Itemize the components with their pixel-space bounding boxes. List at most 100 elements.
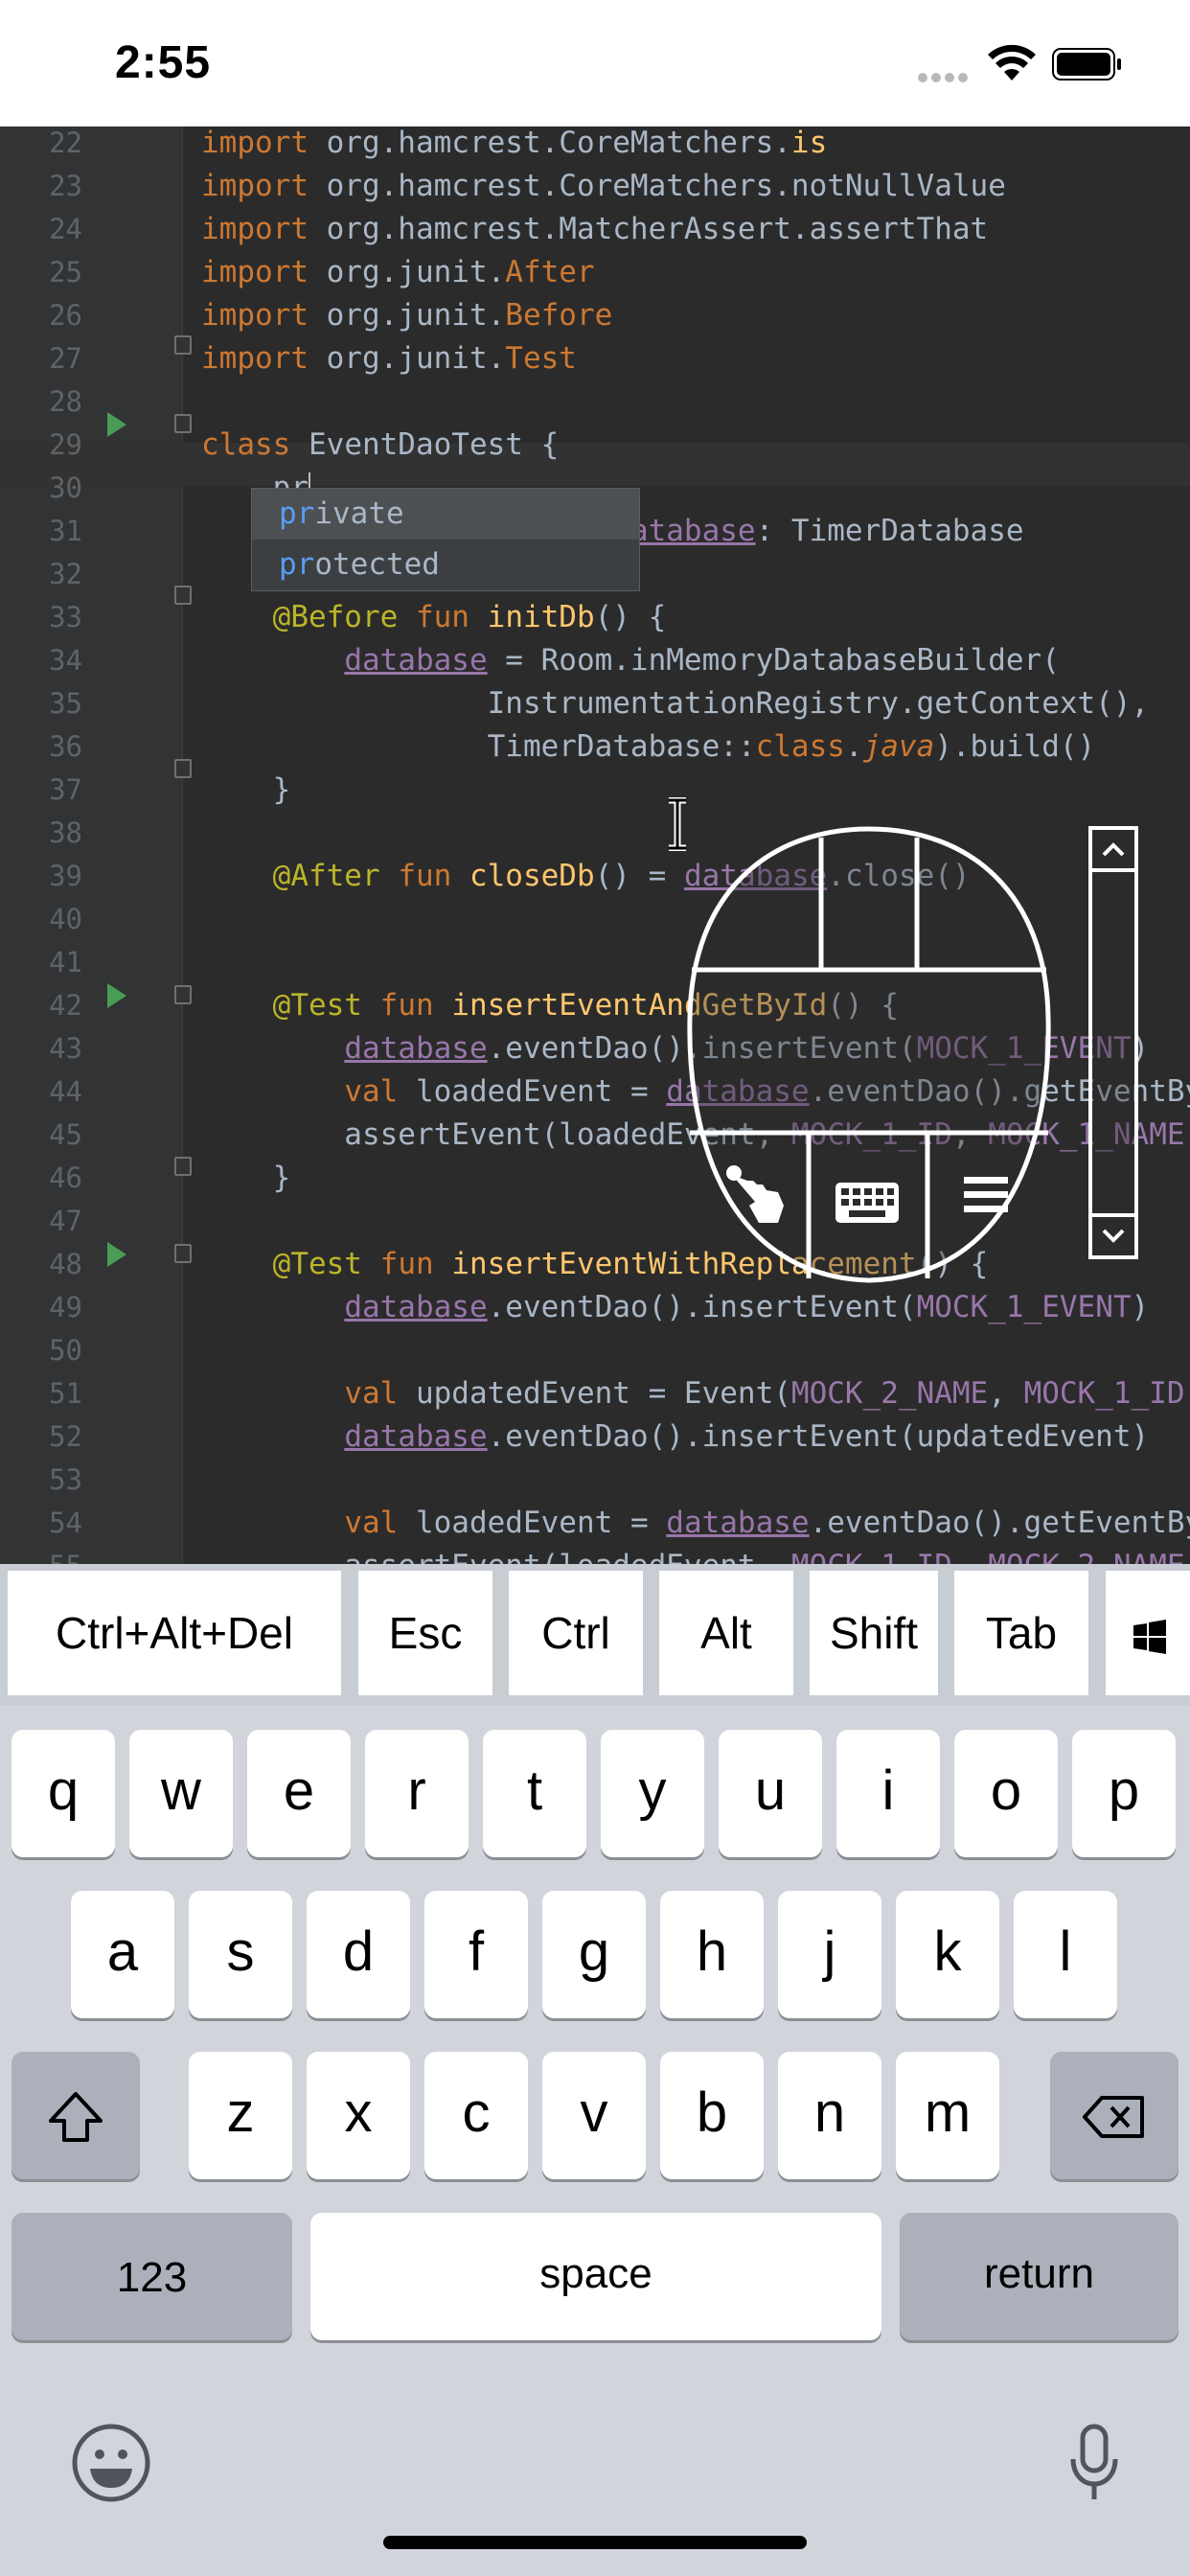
code-line[interactable]: 51 val updatedEvent = Event(MOCK_2_NAME,… [0, 1372, 1190, 1415]
key-c[interactable]: c [424, 2052, 528, 2179]
numbers-key[interactable]: 123 [11, 2213, 292, 2340]
microphone-icon[interactable] [1067, 2423, 1121, 2503]
line-number: 28 [49, 385, 82, 418]
line-number: 32 [49, 558, 82, 590]
key-l[interactable]: l [1014, 1891, 1117, 2018]
fold-icon[interactable] [174, 414, 192, 433]
run-class-icon[interactable] [107, 412, 126, 437]
autocomplete-item[interactable]: protected [252, 540, 639, 590]
code-text: import org.junit.Test [201, 341, 577, 376]
code-text: InstrumentationRegistry.getContext(), [201, 686, 1150, 721]
windows-key[interactable] [1106, 1571, 1190, 1695]
line-number: 50 [49, 1334, 82, 1367]
key-o[interactable]: o [954, 1730, 1058, 1857]
code-line[interactable]: 53 [0, 1459, 1190, 1502]
line-number: 31 [49, 515, 82, 547]
key-t[interactable]: t [483, 1730, 586, 1857]
key-h[interactable]: h [660, 1891, 764, 2018]
code-line[interactable]: 22 import org.hamcrest.CoreMatchers.is [0, 126, 1190, 165]
key-a[interactable]: a [71, 1891, 174, 2018]
key-q[interactable]: q [11, 1730, 115, 1857]
fold-icon[interactable] [174, 1244, 192, 1263]
key-z[interactable]: z [189, 2052, 292, 2179]
line-number: 42 [49, 989, 82, 1022]
run-test-icon[interactable] [107, 983, 126, 1008]
alt-key[interactable]: Alt [659, 1571, 793, 1695]
backspace-key[interactable] [1050, 2052, 1179, 2179]
home-indicator[interactable] [383, 2536, 807, 2549]
virtual-mouse-overlay[interactable] [682, 826, 1056, 1284]
fold-icon[interactable] [174, 759, 192, 778]
key-d[interactable]: d [307, 1891, 410, 2018]
key-w[interactable]: w [129, 1730, 233, 1857]
scroll-control[interactable] [1088, 826, 1138, 1259]
key-m[interactable]: m [896, 2052, 999, 2179]
key-n[interactable]: n [778, 2052, 881, 2179]
code-text: @Before fun initDb() { [272, 600, 667, 634]
code-line[interactable]: 23 import org.hamcrest.CoreMatchers.notNu… [0, 165, 1190, 208]
code-line[interactable]: 24 import org.hamcrest.MatcherAssert.asse… [0, 208, 1190, 251]
status-time: 2:55 [115, 37, 212, 88]
shift-arrow-icon [49, 2091, 103, 2142]
code-text: import org.junit.After [201, 255, 595, 289]
code-text: val updatedEvent = Event(MOCK_2_NAME, MO… [344, 1376, 1190, 1411]
line-number: 52 [49, 1420, 82, 1453]
key-g[interactable]: g [542, 1891, 646, 2018]
code-line[interactable]: 35 InstrumentationRegistry.getContext(), [0, 682, 1190, 725]
code-line[interactable]: 55 assertEvent(loadedEvent, MOCK_1_ID, M… [0, 1545, 1190, 1564]
code-text: import org.hamcrest.MatcherAssert.assert… [201, 212, 989, 246]
key-p[interactable]: p [1072, 1730, 1176, 1857]
code-text: database.eventDao().insertEvent(MOCK_1_E… [344, 1290, 1150, 1324]
code-text: } [201, 772, 291, 807]
cellular-signal-icon [918, 70, 972, 87]
code-text: val loadedEvent = database.eventDao().ge… [344, 1506, 1190, 1540]
line-number: 25 [49, 256, 82, 288]
code-text: } [201, 1161, 291, 1195]
key-v[interactable]: v [542, 2052, 646, 2179]
ctrl-alt-del-key[interactable]: Ctrl+Alt+Del [8, 1571, 341, 1695]
key-y[interactable]: y [601, 1730, 704, 1857]
return-key[interactable]: return [900, 2213, 1179, 2340]
special-keys-row: Ctrl+Alt+Del Esc Ctrl Alt Shift Tab [0, 1564, 1190, 1706]
code-line[interactable]: 50 [0, 1329, 1190, 1372]
code-line[interactable]: 49 database.eventDao().insertEvent(MOCK_… [0, 1286, 1190, 1329]
shift-key-keyboard[interactable] [11, 2052, 140, 2179]
key-x[interactable]: x [307, 2052, 410, 2179]
key-j[interactable]: j [778, 1891, 881, 2018]
esc-key[interactable]: Esc [358, 1571, 492, 1695]
space-key[interactable]: space [310, 2213, 881, 2340]
code-text: class EventDaoTest { [201, 427, 560, 462]
fold-icon[interactable] [174, 985, 192, 1004]
ctrl-key[interactable]: Ctrl [509, 1571, 643, 1695]
run-test-icon[interactable] [107, 1242, 126, 1267]
line-number: 44 [49, 1075, 82, 1108]
key-i[interactable]: i [836, 1730, 940, 1857]
key-e[interactable]: e [247, 1730, 351, 1857]
key-k[interactable]: k [896, 1891, 999, 2018]
autocomplete-item[interactable]: private [252, 489, 639, 540]
code-line[interactable]: 54 val loadedEvent = database.eventDao()… [0, 1502, 1190, 1545]
on-screen-keyboard: Ctrl+Alt+Del Esc Ctrl Alt Shift Tab q w … [0, 1564, 1190, 2576]
emoji-icon[interactable] [71, 2423, 151, 2503]
line-number: 41 [49, 946, 82, 978]
fold-icon[interactable] [174, 586, 192, 605]
line-number: 22 [49, 126, 82, 159]
fold-icon[interactable] [174, 335, 192, 355]
code-line[interactable]: 26 import org.junit.Before [0, 294, 1190, 337]
key-r[interactable]: r [365, 1730, 469, 1857]
key-b[interactable]: b [660, 2052, 764, 2179]
shift-key[interactable]: Shift [810, 1571, 938, 1695]
code-line[interactable]: 34 database = Room.inMemoryDatabaseBuild… [0, 639, 1190, 682]
key-s[interactable]: s [189, 1891, 292, 2018]
code-line[interactable]: 25 import org.junit.After [0, 251, 1190, 294]
fold-icon[interactable] [174, 1157, 192, 1176]
battery-icon [1052, 48, 1121, 80]
line-number: 37 [49, 773, 82, 806]
key-u[interactable]: u [719, 1730, 822, 1857]
tab-key[interactable]: Tab [954, 1571, 1088, 1695]
code-line[interactable]: 52 database.eventDao().insertEvent(updat… [0, 1415, 1190, 1459]
line-number: 26 [49, 299, 82, 332]
line-number: 49 [49, 1291, 82, 1323]
line-number: 30 [49, 472, 82, 504]
key-f[interactable]: f [424, 1891, 528, 2018]
